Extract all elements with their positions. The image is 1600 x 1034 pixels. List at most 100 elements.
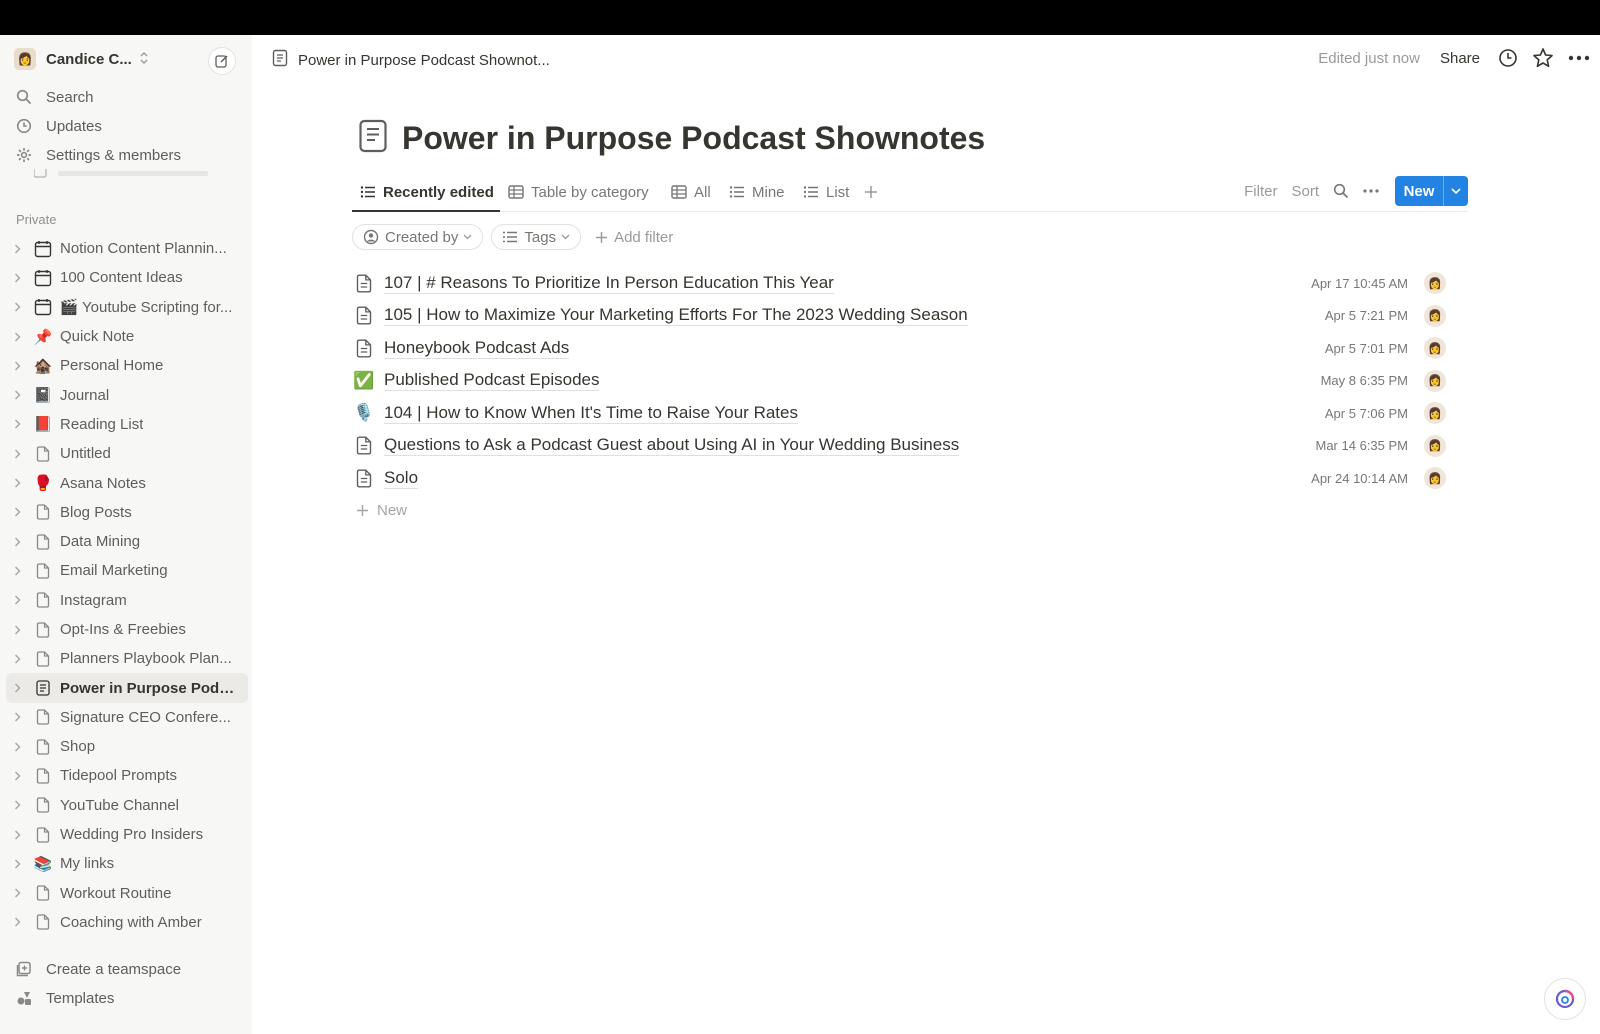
sidebar-page-item[interactable]: 🥊 Asana Notes — [6, 468, 248, 497]
history-button[interactable] — [1498, 48, 1518, 68]
chevron-right-icon[interactable] — [14, 595, 28, 605]
chevron-right-icon[interactable] — [14, 917, 28, 927]
list-item-title[interactable]: Honeybook Podcast Ads — [384, 338, 570, 359]
view-options-button[interactable] — [1363, 189, 1379, 193]
sidebar-page-item[interactable]: Planners Playbook Plan... — [6, 644, 248, 673]
sidebar-page-item[interactable]: YouTube Channel — [6, 791, 248, 820]
new-page-button[interactable] — [208, 47, 236, 75]
sidebar-page-item[interactable]: Power in Purpose Podc... — [6, 673, 248, 703]
tab-all[interactable]: All — [671, 180, 711, 204]
filter-button[interactable]: Filter — [1244, 183, 1277, 200]
sidebar-page-item[interactable]: Data Mining — [6, 527, 248, 556]
view-tabs: Recently edited Table by category All Mi… — [352, 176, 1468, 212]
tab-mine[interactable]: Mine — [729, 180, 785, 204]
chevron-right-icon[interactable] — [14, 390, 28, 400]
chevron-right-icon[interactable] — [14, 888, 28, 898]
doc-icon[interactable] — [358, 119, 388, 158]
sidebar-page-item[interactable]: 🏚️ Personal Home — [6, 351, 248, 380]
sidebar-page-item[interactable]: 📚 My links — [6, 849, 248, 878]
favorite-button[interactable] — [1532, 47, 1554, 69]
list-item[interactable]: 105 | How to Maximize Your Marketing Eff… — [352, 300, 1458, 333]
sidebar-page-item[interactable]: Email Marketing — [6, 556, 248, 585]
search-button[interactable] — [1333, 183, 1349, 199]
chevron-right-icon[interactable] — [14, 419, 28, 429]
list-item[interactable]: Honeybook Podcast Ads Apr 5 7:01 PM 👩 — [352, 332, 1458, 365]
chevron-right-icon[interactable] — [14, 800, 28, 810]
sidebar-page-item[interactable]: Workout Routine — [6, 879, 248, 908]
chevron-right-icon[interactable] — [14, 507, 28, 517]
sidebar-page-item[interactable]: 100 Content Ideas — [6, 263, 248, 292]
add-row-button[interactable]: New — [352, 495, 1458, 527]
tab-table-by-category[interactable]: Table by category — [508, 180, 649, 204]
sidebar-settings[interactable]: Settings & members — [16, 143, 181, 167]
workspace-switcher[interactable]: 👩 Candice C... — [14, 47, 240, 71]
sidebar-page-item[interactable]: Opt-Ins & Freebies — [6, 615, 248, 644]
sidebar-search[interactable]: Search — [16, 85, 94, 109]
chevron-right-icon[interactable] — [14, 478, 28, 488]
list-item[interactable]: ✅ Published Podcast Episodes May 8 6:35 PM… — [352, 365, 1458, 398]
sidebar-page-label: Power in Purpose Podc... — [60, 679, 240, 697]
add-filter-button[interactable]: Add filter — [595, 229, 673, 246]
chevron-right-icon[interactable] — [14, 625, 28, 635]
chevron-right-icon[interactable] — [14, 683, 28, 693]
created-by-filter[interactable]: Created by — [352, 224, 484, 250]
list-item[interactable]: Questions to Ask a Podcast Guest about U… — [352, 430, 1458, 463]
sidebar-page-item[interactable]: Coaching with Amber — [6, 908, 248, 937]
breadcrumb[interactable]: Power in Purpose Podcast Shownot... — [272, 49, 550, 71]
sidebar-page-item[interactable]: 📓 Journal — [6, 380, 248, 409]
chevron-right-icon[interactable] — [14, 244, 28, 254]
list-item-title[interactable]: 104 | How to Know When It's Time to Rais… — [384, 403, 798, 424]
page-title[interactable]: Power in Purpose Podcast Shownotes — [402, 120, 985, 157]
doc-icon — [32, 680, 54, 696]
chevron-right-icon[interactable] — [14, 742, 28, 752]
tags-filter[interactable]: Tags — [491, 224, 582, 250]
chevron-right-icon[interactable] — [14, 566, 28, 576]
more-options-button[interactable] — [1568, 55, 1590, 61]
sidebar-templates[interactable]: Templates — [16, 986, 114, 1010]
sidebar-page-item[interactable]: Shop — [6, 732, 248, 761]
sidebar-create-teamspace[interactable]: Create a teamspace — [16, 957, 181, 981]
sidebar-page-item[interactable]: 🎬 Youtube Scripting for... — [6, 293, 248, 322]
chevron-right-icon[interactable] — [14, 361, 28, 371]
chevron-right-icon[interactable] — [14, 654, 28, 664]
new-dropdown-button[interactable] — [1443, 176, 1468, 206]
chevron-right-icon[interactable] — [14, 771, 28, 781]
page-emoji-icon: 🥊 — [33, 475, 53, 493]
list-item-title[interactable]: Published Podcast Episodes — [384, 370, 600, 392]
list-item[interactable]: 107 | # Reasons To Prioritize In Person … — [352, 267, 1458, 300]
sidebar-page-item[interactable]: Signature CEO Confere... — [6, 703, 248, 732]
chevron-right-icon[interactable] — [14, 332, 28, 342]
list-item-title[interactable]: 107 | # Reasons To Prioritize In Person … — [384, 273, 834, 294]
sidebar-page-item[interactable]: Tidepool Prompts — [6, 761, 248, 790]
sidebar-page-item[interactable]: 📕 Reading List — [6, 410, 248, 439]
sort-button[interactable]: Sort — [1291, 183, 1319, 200]
list-item[interactable]: Solo Apr 24 10:14 AM 👩 — [352, 462, 1458, 495]
sidebar-page-item[interactable]: Wedding Pro Insiders — [6, 820, 248, 849]
sidebar-page-item[interactable]: Instagram — [6, 586, 248, 615]
list-item[interactable]: 🎙️ 104 | How to Know When It's Time to Ra… — [352, 397, 1458, 430]
help-button[interactable] — [1544, 978, 1586, 1020]
list-item-title[interactable]: Questions to Ask a Podcast Guest about U… — [384, 435, 960, 457]
sidebar-page-label: My links — [60, 855, 115, 873]
chevron-right-icon[interactable] — [14, 830, 28, 840]
sidebar-page-item[interactable]: Untitled — [6, 439, 248, 468]
workspace-name: Candice C... — [46, 50, 132, 68]
tab-list[interactable]: List — [803, 180, 849, 204]
tab-recently-edited[interactable]: Recently edited — [360, 180, 494, 204]
list-item-title[interactable]: 105 | How to Maximize Your Marketing Eff… — [384, 305, 968, 327]
sidebar-page-item[interactable]: Blog Posts — [6, 498, 248, 527]
chevron-right-icon[interactable] — [14, 859, 28, 869]
new-button[interactable]: New — [1395, 176, 1468, 206]
sidebar-updates[interactable]: Updates — [16, 114, 102, 138]
chevron-right-icon[interactable] — [14, 302, 28, 312]
chevron-right-icon[interactable] — [14, 449, 28, 459]
chevron-right-icon[interactable] — [14, 712, 28, 722]
chevron-right-icon[interactable] — [14, 273, 28, 283]
add-view-button[interactable] — [864, 180, 878, 204]
page-icon — [32, 533, 54, 550]
list-item-title[interactable]: Solo — [384, 468, 419, 489]
share-button[interactable]: Share — [1440, 50, 1480, 67]
chevron-right-icon[interactable] — [14, 537, 28, 547]
sidebar-page-item[interactable]: Notion Content Plannin... — [6, 234, 248, 263]
sidebar-page-item[interactable]: 📌 Quick Note — [6, 322, 248, 351]
